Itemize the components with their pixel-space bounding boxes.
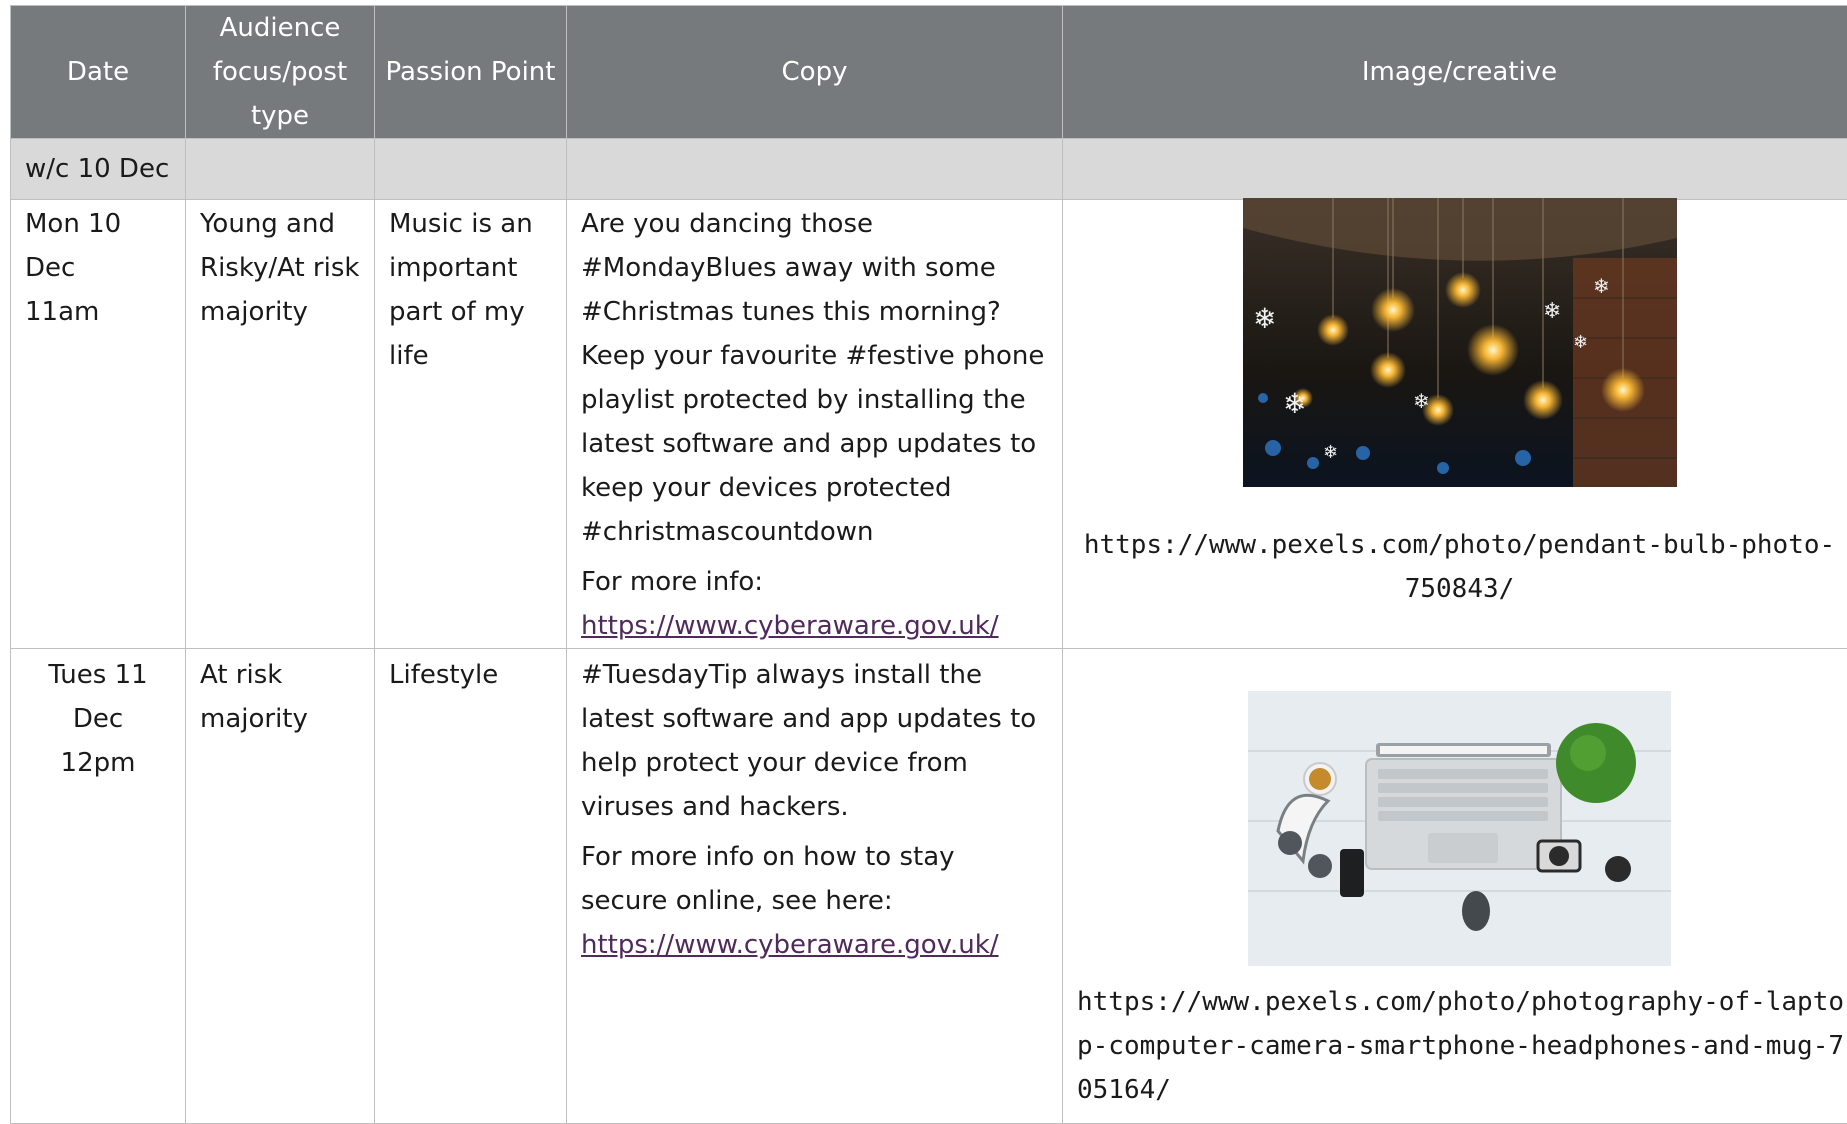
date-cell: Tues 11 Dec 12pm [11, 649, 186, 1124]
post-time: 11am [25, 290, 171, 334]
cyberaware-link[interactable]: https://www.cyberaware.gov.uk/ [581, 604, 1048, 648]
passion-cell: Lifestyle [375, 649, 567, 1124]
header-image-creative: Image/creative [1063, 6, 1847, 139]
image-cell: https://www.pexels.com/photo/photography… [1063, 649, 1847, 1124]
laptop-desk-photo [1248, 691, 1671, 966]
image-cell: ❄ ❄ ❄ ❄ ❄ ❄ ❄ https://www.pexels.com/photo/… [1063, 200, 1847, 649]
christmas-bulbs-photo: ❄ ❄ ❄ ❄ ❄ ❄ ❄ [1243, 198, 1677, 487]
header-passion-point: Passion Point [375, 6, 567, 139]
post-time: 12pm [25, 741, 171, 785]
copy-text: #TuesdayTip always install the latest so… [581, 653, 1048, 829]
svg-text:❄: ❄ [1543, 299, 1561, 324]
content-plan-table: Date Audience focus/post type Passion Po… [10, 5, 1847, 1124]
svg-text:❄: ❄ [1413, 389, 1430, 413]
copy-cell: Are you dancing those #MondayBlues away … [567, 200, 1063, 649]
copy-more-label: For more info on how to stay secure onli… [581, 842, 955, 916]
svg-text:❄: ❄ [1253, 302, 1276, 335]
image-source-url: https://www.pexels.com/photo/pendant-bul… [1069, 523, 1847, 611]
svg-text:❄: ❄ [1573, 332, 1588, 353]
copy-cell: #TuesdayTip always install the latest so… [567, 649, 1063, 1124]
week-empty-cell [375, 139, 567, 200]
post-date: Mon 10 Dec [25, 202, 171, 290]
week-row: w/c 10 Dec [11, 139, 1847, 200]
header-date: Date [11, 6, 186, 139]
copy-more-info: For more info on how to stay secure onli… [581, 835, 1048, 967]
audience-cell: Young and Risky/At risk majority [186, 200, 375, 649]
svg-text:❄: ❄ [1593, 274, 1610, 298]
copy-text: Are you dancing those #MondayBlues away … [581, 202, 1048, 554]
week-empty-cell [186, 139, 375, 200]
content-plan-document: Date Audience focus/post type Passion Po… [10, 5, 1847, 1124]
svg-text:❄: ❄ [1283, 387, 1306, 420]
week-empty-cell [567, 139, 1063, 200]
svg-text:❄: ❄ [1323, 442, 1338, 463]
date-cell: Mon 10 Dec 11am [11, 200, 186, 649]
audience-cell: At risk majority [186, 649, 375, 1124]
cyberaware-link[interactable]: https://www.cyberaware.gov.uk/ [581, 923, 1048, 967]
week-empty-cell [1063, 139, 1847, 200]
header-row: Date Audience focus/post type Passion Po… [11, 6, 1847, 139]
image-source-url: https://www.pexels.com/photo/photography… [1069, 980, 1847, 1112]
header-audience: Audience focus/post type [186, 6, 375, 139]
week-label: w/c 10 Dec [11, 139, 186, 200]
passion-cell: Music is an important part of my life [375, 200, 567, 649]
table-row: Mon 10 Dec 11am Young and Risky/At risk … [11, 200, 1847, 649]
header-copy: Copy [567, 6, 1063, 139]
post-date: Tues 11 Dec [25, 653, 171, 741]
copy-more-info: For more info: https://www.cyberaware.go… [581, 560, 1048, 648]
table-row: Tues 11 Dec 12pm At risk majority Lifest… [11, 649, 1847, 1124]
copy-more-label: For more info: [581, 567, 763, 597]
